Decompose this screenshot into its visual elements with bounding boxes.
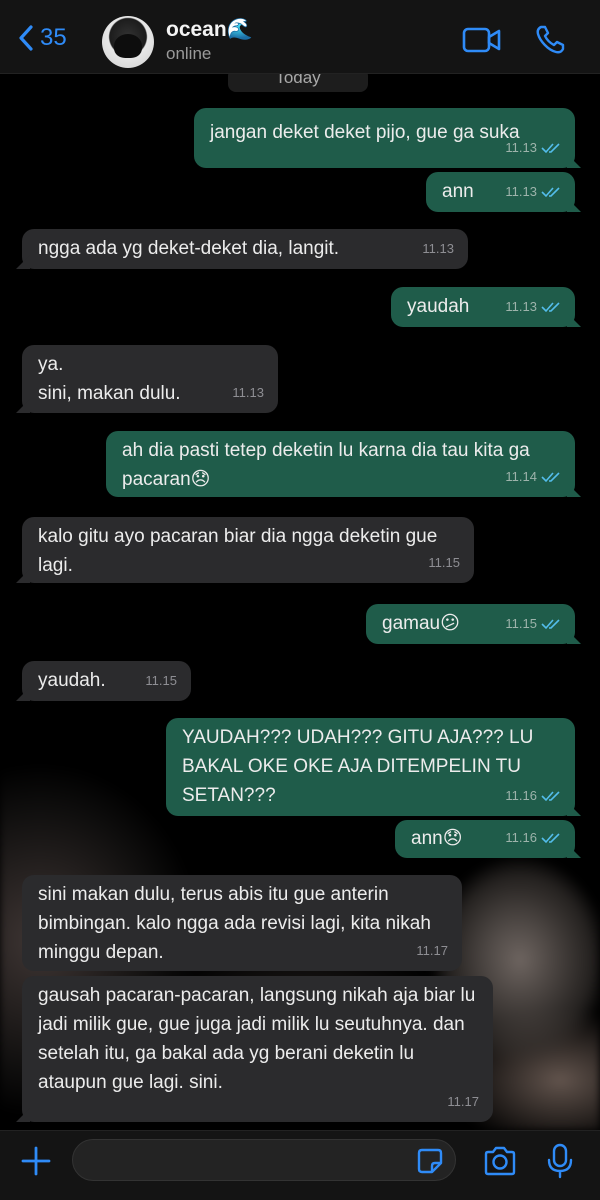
message-time: 11.17 — [416, 943, 448, 958]
message-meta: 11.16 — [505, 823, 561, 852]
message-text: sini makan dulu, terus abis itu gue ante… — [38, 884, 437, 963]
message-time: 11.17 — [447, 1094, 479, 1109]
message-text: ya. sini, makan dulu. — [38, 354, 181, 404]
unread-count: 35 — [40, 24, 67, 51]
message-input[interactable] — [72, 1139, 456, 1181]
message-list: jangan deket deket pijo, gue ga suka 11.… — [0, 0, 600, 1130]
message-bubble[interactable]: yaudah. 11.15 — [22, 661, 191, 701]
video-camera-icon[interactable] — [462, 26, 502, 54]
message-meta: 11.16 — [505, 781, 561, 810]
message-meta: 11.13 — [505, 177, 561, 206]
message-meta: 11.13 — [232, 378, 264, 407]
double-check-icon — [541, 790, 560, 801]
message-time: 11.15 — [428, 555, 460, 570]
camera-icon[interactable] — [482, 1145, 518, 1177]
double-check-icon — [541, 301, 560, 312]
message-meta: 11.17 — [447, 1087, 479, 1116]
message-time: 11.13 — [505, 184, 537, 199]
chat-header: 35 ocean🌊 online — [0, 0, 600, 74]
message-meta: 11.15 — [505, 609, 561, 638]
chevron-left-icon — [19, 25, 33, 51]
message-time: 11.13 — [505, 299, 537, 314]
message-text: YAUDAH??? UDAH??? GITU AJA??? LU BAKAL O… — [182, 727, 539, 806]
avatar[interactable] — [102, 16, 154, 68]
message-meta: 11.13 — [422, 234, 454, 263]
message-bubble[interactable]: yaudah 11.13 — [391, 287, 575, 327]
message-meta: 11.13 — [505, 292, 561, 321]
message-bubble[interactable]: jangan deket deket pijo, gue ga suka 11.… — [194, 108, 575, 168]
back-button[interactable]: 35 — [16, 24, 67, 52]
double-check-icon — [541, 471, 560, 482]
message-meta: 11.17 — [416, 936, 448, 965]
message-bubble[interactable]: ann 11.13 — [426, 172, 575, 212]
message-meta: 11.13 — [505, 133, 561, 162]
double-check-icon — [541, 142, 560, 153]
message-bubble[interactable]: YAUDAH??? UDAH??? GITU AJA??? LU BAKAL O… — [166, 718, 575, 816]
message-meta: 11.15 — [428, 548, 460, 577]
sticker-icon[interactable] — [416, 1147, 444, 1175]
message-text: gausah pacaran-pacaran, langsung nikah a… — [38, 985, 481, 1093]
microphone-icon[interactable] — [546, 1143, 574, 1179]
double-check-icon — [541, 832, 560, 843]
plus-icon[interactable] — [20, 1145, 52, 1177]
message-time: 11.16 — [505, 788, 537, 803]
message-bubble[interactable]: gamau😕 11.15 — [366, 604, 575, 644]
message-bubble[interactable]: ngga ada yg deket-deket dia, langit. 11.… — [22, 229, 468, 269]
message-bubble[interactable]: kalo gitu ayo pacaran biar dia ngga deke… — [22, 517, 474, 583]
message-bubble[interactable]: ah dia pasti tetep deketin lu karna dia … — [106, 431, 575, 497]
double-check-icon — [541, 186, 560, 197]
message-time: 11.16 — [505, 830, 537, 845]
message-text: ah dia pasti tetep deketin lu karna dia … — [122, 440, 536, 490]
message-bubble[interactable]: ann😞 11.16 — [395, 820, 575, 858]
message-meta: 11.15 — [145, 666, 177, 695]
message-time: 11.15 — [145, 673, 177, 688]
contact-name: ocean🌊 — [166, 18, 253, 41]
message-time: 11.13 — [422, 241, 454, 256]
double-check-icon — [541, 618, 560, 629]
message-composer — [0, 1130, 600, 1200]
message-time: 11.14 — [505, 469, 537, 484]
message-bubble[interactable]: gausah pacaran-pacaran, langsung nikah a… — [22, 976, 493, 1122]
message-time: 11.15 — [505, 616, 537, 631]
message-text: ngga ada yg deket-deket dia, langit. — [38, 238, 340, 259]
message-bubble[interactable]: ya. sini, makan dulu. 11.13 — [22, 345, 278, 413]
phone-icon[interactable] — [534, 24, 566, 56]
message-meta: 11.14 — [505, 462, 561, 491]
message-text: kalo gitu ayo pacaran biar dia ngga deke… — [38, 526, 443, 576]
contact-status: online — [166, 44, 212, 63]
message-time: 11.13 — [232, 385, 264, 400]
contact-info[interactable]: ocean🌊 online — [166, 18, 253, 64]
message-time: 11.13 — [505, 140, 537, 155]
message-bubble[interactable]: sini makan dulu, terus abis itu gue ante… — [22, 875, 462, 971]
